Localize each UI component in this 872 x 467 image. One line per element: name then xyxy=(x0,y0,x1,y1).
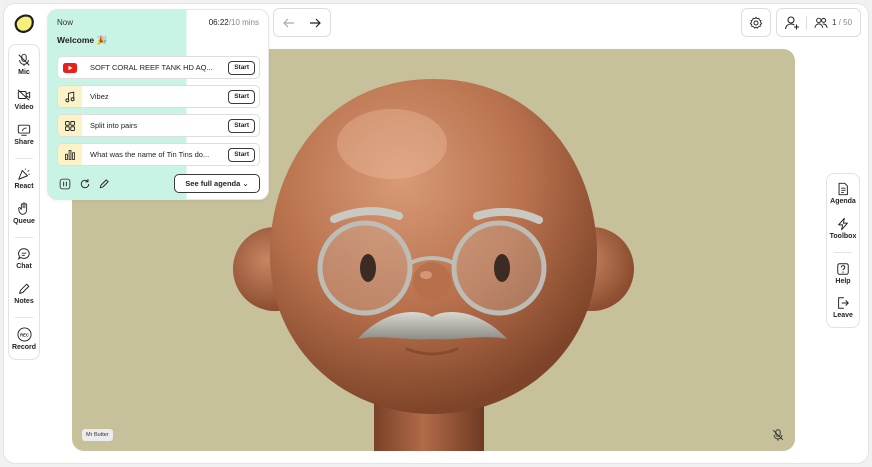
bar-chart-icon xyxy=(58,144,82,165)
restart-button[interactable] xyxy=(79,177,91,189)
toolbar-divider xyxy=(15,158,33,159)
react-button[interactable]: React xyxy=(9,167,39,190)
refresh-icon xyxy=(80,179,90,189)
agenda-item-label: SOFT CORAL REEF TANK HD AQ... xyxy=(90,63,213,72)
agenda-item-label: Split into pairs xyxy=(90,121,138,130)
share-label: Share xyxy=(14,139,34,146)
right-toolbar: Agenda Toolbox Help Leave xyxy=(826,173,860,328)
help-button[interactable]: Help xyxy=(827,262,859,285)
previous-button[interactable] xyxy=(281,15,297,31)
see-full-agenda-button[interactable]: See full agenda ⌄ xyxy=(174,174,260,193)
participant-count: 1 / 50 xyxy=(832,18,852,27)
participants-group: 1 / 50 xyxy=(776,8,861,37)
raised-hand-icon xyxy=(18,202,28,215)
pause-button[interactable] xyxy=(59,177,71,190)
agenda-item[interactable]: Split into pairs Start xyxy=(57,114,260,137)
toolbox-button[interactable]: Toolbox xyxy=(827,217,859,240)
grid-icon xyxy=(58,115,82,136)
mic-button[interactable]: Mic xyxy=(9,53,39,76)
exit-icon xyxy=(838,297,849,309)
gear-icon xyxy=(749,16,763,29)
agenda-item[interactable]: SOFT CORAL REEF TANK HD AQ... Start xyxy=(57,56,260,79)
settings-button[interactable] xyxy=(741,8,771,37)
leave-label: Leave xyxy=(833,312,853,319)
chat-label: Chat xyxy=(16,263,32,270)
start-button[interactable]: Start xyxy=(228,119,255,133)
help-label: Help xyxy=(835,278,851,285)
start-button[interactable]: Start xyxy=(228,90,255,104)
agenda-item[interactable]: What was the name of Tin Tins do... Star… xyxy=(57,143,260,166)
agenda-panel: Now 06:22/10 mins Welcome 🎉 SOFT CORAL R… xyxy=(47,9,269,200)
pause-icon xyxy=(59,178,71,190)
queue-button[interactable]: Queue xyxy=(9,202,39,225)
agenda-item[interactable]: Vibez Start xyxy=(57,85,260,108)
toolbox-label: Toolbox xyxy=(829,233,857,240)
youtube-icon xyxy=(58,57,82,78)
agenda-button[interactable]: Agenda xyxy=(827,182,859,205)
toolbar-divider xyxy=(15,237,33,238)
agenda-navigation xyxy=(273,8,331,37)
record-label: Record xyxy=(11,344,37,351)
chat-button[interactable]: Chat xyxy=(9,247,39,270)
party-popper-icon xyxy=(18,168,30,180)
participant-max: / 50 xyxy=(836,18,853,27)
participant-name-tag: Mr Butter xyxy=(82,429,113,441)
app-logo[interactable] xyxy=(12,12,36,36)
arrow-right-icon xyxy=(310,18,321,28)
notes-label: Notes xyxy=(14,298,34,305)
queue-label: Queue xyxy=(13,218,35,225)
pencil-icon xyxy=(99,179,109,189)
agenda-label: Agenda xyxy=(830,198,856,205)
screen-share-icon xyxy=(17,124,31,136)
participants-button[interactable]: 1 / 50 xyxy=(812,9,860,36)
document-icon xyxy=(838,182,848,196)
current-agenda-title: Welcome 🎉 xyxy=(57,35,108,45)
record-badge: REC xyxy=(20,332,29,337)
logo-icon xyxy=(14,14,34,33)
music-note-icon xyxy=(58,86,82,107)
mic-label: Mic xyxy=(18,69,30,76)
left-toolbar: Mic Video Share React Queue Chat Notes R… xyxy=(8,44,40,360)
help-icon xyxy=(837,263,849,275)
chat-bubble-icon xyxy=(17,248,30,260)
video-button[interactable]: Video xyxy=(9,88,39,111)
react-label: React xyxy=(14,183,34,190)
mic-off-icon xyxy=(18,53,30,67)
start-button[interactable]: Start xyxy=(228,61,255,75)
agenda-timer: 06:22/10 mins xyxy=(209,18,259,27)
timer-elapsed: 06:22 xyxy=(208,18,229,27)
participant-mic-off-icon xyxy=(771,428,785,442)
record-icon: REC xyxy=(16,327,32,342)
add-user-icon xyxy=(784,16,799,30)
divider xyxy=(806,16,807,30)
invite-button[interactable] xyxy=(784,15,800,31)
notes-button[interactable]: Notes xyxy=(9,282,39,305)
agenda-item-label: Vibez xyxy=(90,92,109,101)
camera-off-icon xyxy=(17,89,31,101)
leave-button[interactable]: Leave xyxy=(827,296,859,319)
next-button[interactable] xyxy=(307,15,323,31)
now-label: Now xyxy=(57,18,74,27)
timer-total: /10 mins xyxy=(228,18,259,27)
pencil-icon xyxy=(19,283,30,294)
edit-agenda-button[interactable] xyxy=(98,177,110,189)
record-button[interactable]: REC Record xyxy=(9,327,39,351)
start-button[interactable]: Start xyxy=(228,148,255,162)
toolbar-divider xyxy=(15,317,33,318)
toolbar-divider xyxy=(834,252,852,253)
share-button[interactable]: Share xyxy=(9,123,39,146)
agenda-item-label: What was the name of Tin Tins do... xyxy=(90,150,210,159)
people-icon xyxy=(814,17,828,28)
lightning-icon xyxy=(838,217,848,231)
arrow-left-icon xyxy=(283,18,294,28)
video-label: Video xyxy=(14,104,34,111)
